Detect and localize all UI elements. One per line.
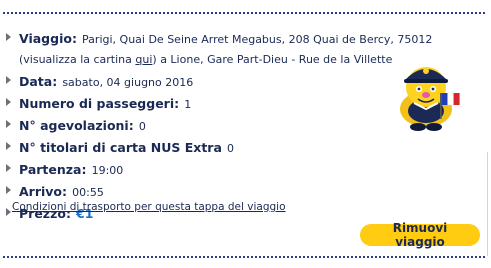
remove-trip-button[interactable]: Rimuovi viaggio	[360, 221, 480, 249]
departure-label: Partenza:	[19, 162, 87, 177]
arrival-value: 00:55	[72, 186, 104, 199]
discounts-value: 0	[138, 120, 146, 133]
french-flag-icon	[441, 92, 460, 106]
passengers-label: Numero di passeggeri:	[19, 96, 180, 111]
date-label: Data:	[19, 74, 58, 89]
nus-value: 0	[227, 142, 234, 155]
date-value: sabato, 04 giugno 2016	[62, 76, 194, 89]
bullet-arrow-icon	[6, 208, 11, 216]
arrival-label: Arrivo:	[19, 184, 68, 199]
bullet-arrow-icon	[6, 76, 11, 84]
nus-row: N° titolari di carta NUS Extra 0	[6, 137, 468, 156]
discounts-label: N° agevolazioni:	[19, 118, 134, 133]
bullet-arrow-icon	[6, 142, 11, 150]
right-border	[487, 152, 488, 256]
top-separator	[3, 12, 485, 14]
megabus-mascot-icon	[400, 67, 460, 131]
departure-row: Partenza: 19:00	[6, 159, 468, 178]
transport-conditions-link[interactable]: Condizioni di trasporto per questa tappa…	[12, 201, 286, 213]
route-suffix: ) a Lione, Gare Part-Dieu - Rue de la Vi…	[152, 53, 393, 66]
route-label: Viaggio:	[19, 31, 77, 46]
passengers-value: 1	[184, 98, 192, 111]
bullet-arrow-icon	[6, 120, 11, 128]
nus-label: N° titolari di carta NUS Extra	[19, 140, 222, 155]
bottom-separator	[3, 256, 485, 258]
map-link[interactable]: qui	[135, 53, 152, 66]
arrival-row: Arrivo: 00:55	[6, 181, 468, 200]
departure-value: 19:00	[91, 164, 124, 177]
bullet-arrow-icon	[6, 33, 11, 41]
bullet-arrow-icon	[6, 98, 11, 106]
bullet-arrow-icon	[6, 164, 11, 172]
bullet-arrow-icon	[6, 186, 11, 194]
